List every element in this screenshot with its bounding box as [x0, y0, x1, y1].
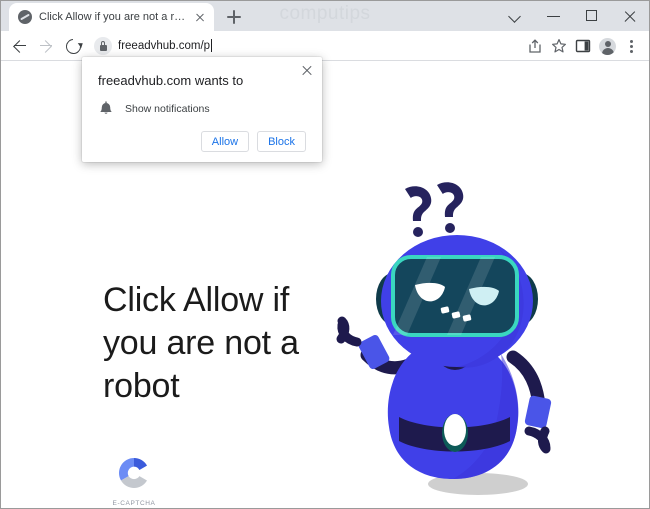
c-logo-icon — [118, 458, 147, 489]
confused-robot-illustration — [336, 182, 552, 495]
dialog-actions: Allow Block — [98, 131, 306, 152]
forward-button[interactable] — [33, 33, 59, 59]
dialog-title: freeadvhub.com wants to — [98, 73, 244, 88]
three-dot-menu-icon[interactable] — [619, 34, 643, 58]
robot-face-screen — [391, 255, 519, 337]
star-icon[interactable] — [547, 34, 571, 58]
lock-icon[interactable] — [94, 36, 112, 55]
browser-tab[interactable]: Click Allow if you are not a robot — [9, 3, 214, 31]
maximize-button[interactable] — [573, 1, 611, 31]
text-caret — [211, 39, 213, 52]
robot-belt-buckle — [444, 414, 466, 446]
address-bar[interactable]: freeadvhub.com/p — [91, 33, 519, 58]
profile-avatar-icon[interactable] — [595, 34, 619, 58]
reload-button[interactable] — [59, 33, 85, 59]
captcha-label: E-CAPTCHA — [112, 500, 156, 507]
tab-close-icon[interactable] — [192, 9, 208, 25]
captcha-branding: E-CAPTCHA — [108, 453, 160, 507]
side-panel-icon[interactable] — [571, 34, 595, 58]
window-controls — [497, 1, 649, 31]
url-text: freeadvhub.com/p — [118, 39, 211, 52]
minimize-button[interactable] — [535, 1, 573, 31]
question-marks-icon — [405, 182, 464, 237]
dialog-close-icon[interactable] — [300, 64, 314, 78]
share-icon[interactable] — [523, 34, 547, 58]
tab-search-chevron-down-icon[interactable] — [497, 1, 535, 31]
notification-permission-dialog: freeadvhub.com wants to Show notificatio… — [82, 57, 322, 162]
tab-title: Click Allow if you are not a robot — [39, 11, 188, 23]
robot-arm-right — [506, 350, 552, 454]
page-headline: Click Allow if you are not a robot — [103, 281, 299, 406]
browser-window: computips Click Allow if you are not a r… — [0, 0, 650, 509]
dialog-option-row: Show notifications — [98, 101, 306, 117]
close-window-button[interactable] — [611, 1, 649, 31]
dialog-option-label: Show notifications — [125, 103, 210, 115]
allow-button[interactable]: Allow — [200, 131, 250, 152]
back-button[interactable] — [7, 33, 33, 59]
bell-icon — [98, 101, 114, 117]
new-tab-button[interactable] — [220, 3, 248, 31]
globe-icon — [18, 10, 32, 24]
block-button[interactable]: Block — [257, 131, 306, 152]
title-bar: computips Click Allow if you are not a r… — [1, 1, 649, 31]
